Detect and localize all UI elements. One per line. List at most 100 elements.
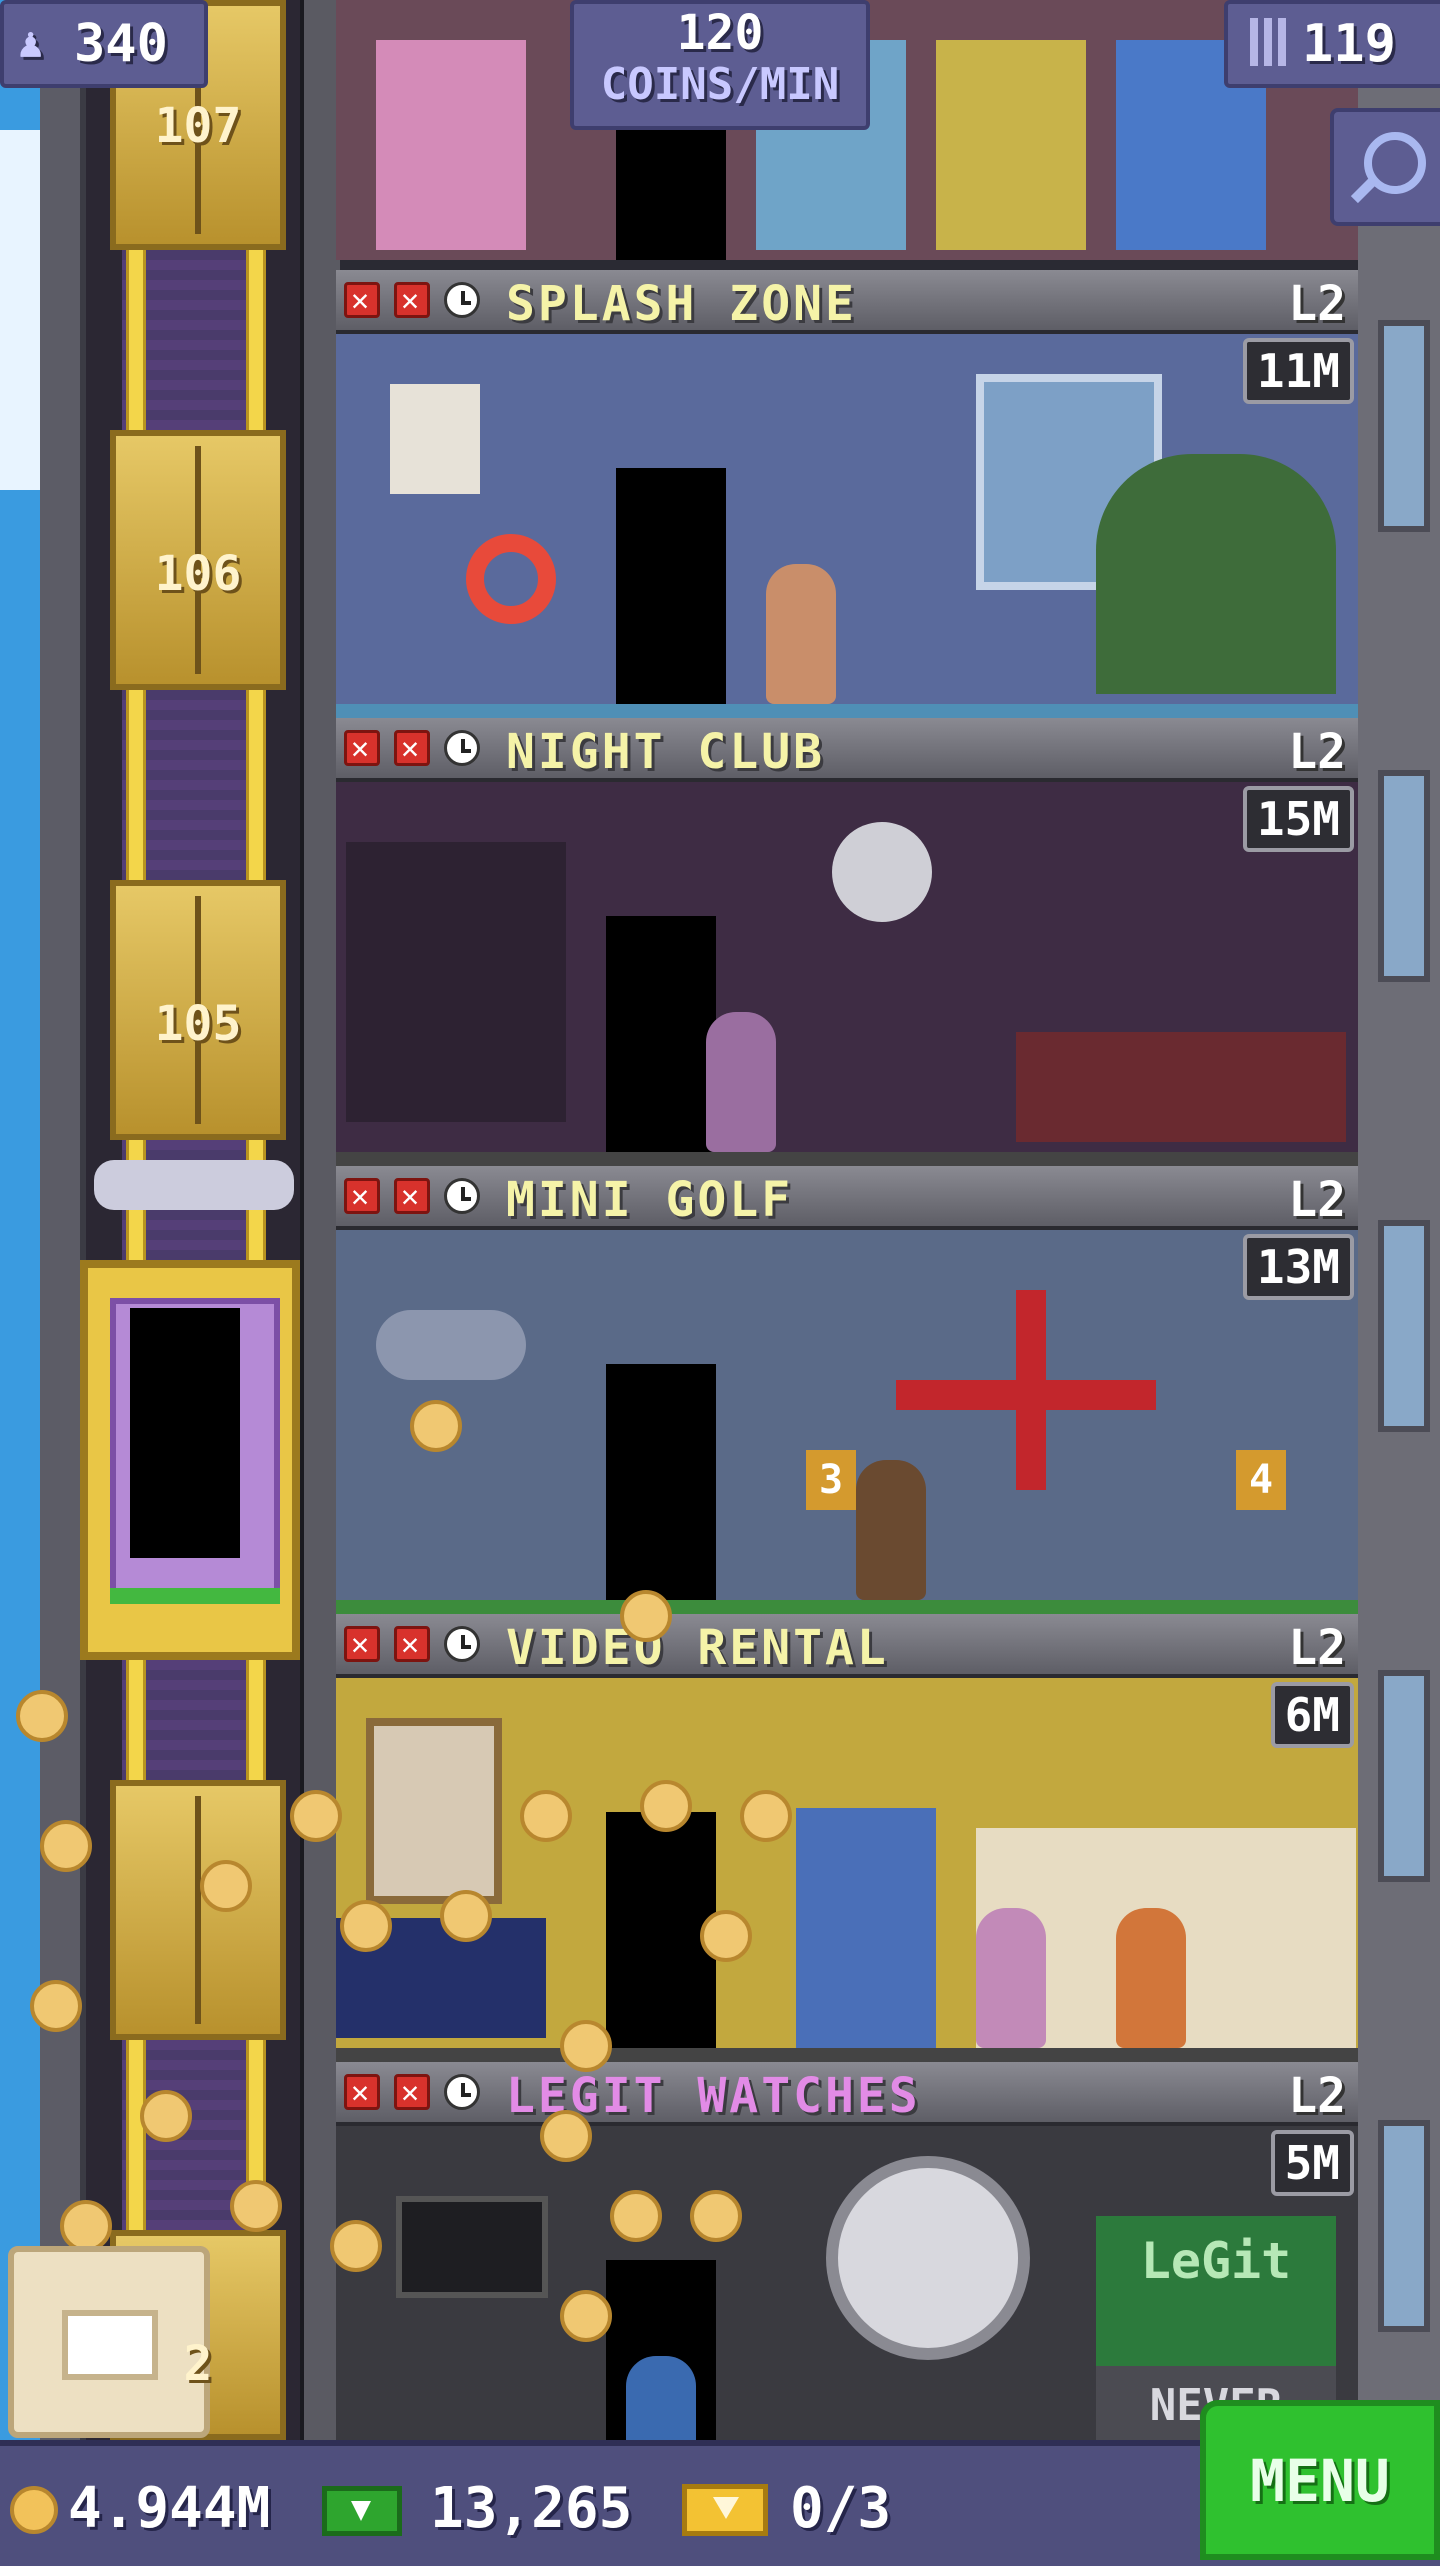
clock-display [826, 2156, 1030, 2360]
celebrity-poster [376, 40, 526, 250]
bitizen[interactable] [976, 1908, 1046, 2048]
clock-icon [444, 1626, 480, 1662]
floor-header: NIGHT CLUB L2 [336, 718, 1358, 782]
elevator-floor-door-105: 105 [110, 880, 286, 1140]
elevator-shaft[interactable] [86, 0, 300, 2440]
coin[interactable] [140, 2090, 192, 2142]
disco-ball [832, 822, 932, 922]
close-icon [394, 1626, 430, 1662]
close-icon [394, 2074, 430, 2110]
doorway [606, 1364, 716, 1604]
bitizen[interactable] [766, 564, 836, 704]
floor-earnings: 5M [1270, 2130, 1354, 2196]
coin[interactable] [16, 1690, 68, 1742]
tower-left-wall [40, 0, 86, 2440]
floor-level: L2 [1288, 2068, 1346, 2124]
search-button[interactable] [1330, 108, 1440, 226]
tickets-value[interactable]: 0/3 [790, 2476, 891, 2541]
floor-earnings: 15M [1242, 786, 1354, 852]
coin-rate-unit: COINS/MIN [600, 59, 840, 110]
coin[interactable] [700, 1910, 752, 1962]
menu-button[interactable]: MENU [1200, 2400, 1440, 2560]
population-counter[interactable]: ♟ 340 [0, 0, 208, 88]
tower-window [1378, 770, 1430, 982]
floor-splash-zone[interactable]: SPLASH ZONE L2 11M [336, 270, 1358, 718]
coin[interactable] [340, 1900, 392, 1952]
doorway [616, 120, 726, 260]
pool-edge [336, 704, 1358, 718]
floor-line [336, 1152, 1358, 1166]
coin[interactable] [200, 1860, 252, 1912]
coin[interactable] [330, 2220, 382, 2272]
coin[interactable] [620, 1590, 672, 1642]
floor-name: VIDEO RENTAL [506, 1620, 889, 1676]
floor-mini-golf[interactable]: MINI GOLF L2 3 4 13M [336, 1166, 1358, 1614]
bitizen[interactable] [1116, 1908, 1186, 2048]
floor-earnings: 6M [1270, 1682, 1354, 1748]
coin[interactable] [30, 1980, 82, 2032]
coin[interactable] [640, 1780, 692, 1832]
clock-icon [444, 282, 480, 318]
close-icon [344, 282, 380, 318]
magnifier-handle [1350, 174, 1380, 204]
floor-header: LEGIT WATCHES L2 [336, 2062, 1358, 2126]
bux-icon [322, 2486, 402, 2536]
bux-value[interactable]: 13,265 [430, 2476, 632, 2541]
coin[interactable] [560, 2290, 612, 2342]
floor-line [336, 2048, 1358, 2062]
floor-room [336, 1678, 1358, 2062]
floor-header: VIDEO RENTAL L2 [336, 1614, 1358, 1678]
hole-sign: 4 [1236, 1450, 1286, 1510]
movie-poster [366, 1718, 502, 1904]
elevator-car[interactable] [80, 1260, 300, 1660]
floor-counter[interactable]: 119 [1224, 0, 1440, 88]
close-icon [394, 1178, 430, 1214]
elevator-pulley [94, 1160, 294, 1210]
coin[interactable] [610, 2190, 662, 2242]
close-icon [394, 730, 430, 766]
doorway [616, 468, 726, 708]
floor-header: SPLASH ZONE L2 [336, 270, 1358, 334]
coin[interactable] [440, 1890, 492, 1942]
coin[interactable] [40, 1820, 92, 1872]
floor-number: 105 [154, 996, 242, 1052]
floor-number: 106 [154, 546, 242, 602]
wall-notice [390, 384, 480, 494]
close-icon [344, 1626, 380, 1662]
close-icon [344, 1178, 380, 1214]
coin[interactable] [740, 1790, 792, 1842]
floor-night-club[interactable]: NIGHT CLUB L2 15M [336, 718, 1358, 1166]
bitizen[interactable] [706, 1012, 776, 1152]
coin[interactable] [520, 1790, 572, 1842]
clock-icon [444, 730, 480, 766]
doorway [606, 916, 716, 1156]
floor-room: 3 4 [336, 1230, 1358, 1614]
floor-earnings: 11M [1242, 338, 1354, 404]
coin[interactable] [230, 2180, 282, 2232]
putting-green [336, 1600, 1358, 1614]
floor-name: NIGHT CLUB [506, 724, 825, 780]
elevator-floor-door-lower [110, 1780, 286, 2040]
coin[interactable] [690, 2190, 742, 2242]
celebrity-poster [936, 40, 1086, 250]
floor-level: L2 [1288, 276, 1346, 332]
floor-room [336, 782, 1358, 1166]
floor-count-value: 119 [1302, 14, 1396, 74]
tower-window [1378, 2120, 1430, 2332]
coin[interactable] [60, 2200, 112, 2252]
lounge-seating [1016, 1032, 1346, 1142]
coin[interactable] [410, 1400, 462, 1452]
coin-rate-value: 120 [676, 5, 764, 61]
hole-sign: 3 [806, 1450, 856, 1510]
floor-video-rental[interactable]: VIDEO RENTAL L2 6M [336, 1614, 1358, 2062]
coin[interactable] [290, 1790, 342, 1842]
tower-window [1378, 1220, 1430, 1432]
building-icon [1250, 18, 1288, 66]
tower-right-wall [1358, 0, 1440, 2440]
floor-level: L2 [1288, 1620, 1346, 1676]
coin[interactable] [560, 2020, 612, 2072]
floor-name: SPLASH ZONE [506, 276, 857, 332]
population-value: 340 [74, 14, 168, 74]
coin[interactable] [540, 2110, 592, 2162]
elevator-car-floor [110, 1588, 280, 1604]
